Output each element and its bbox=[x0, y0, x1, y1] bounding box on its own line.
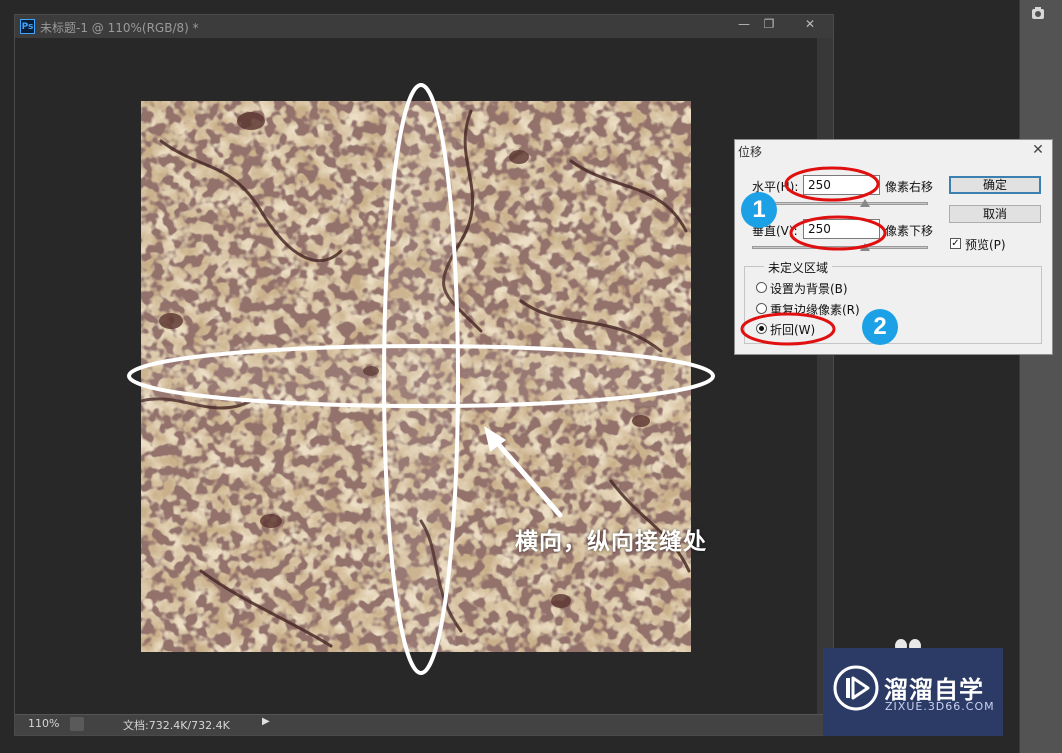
seam-caption: 横向，纵向接缝处 bbox=[515, 529, 707, 555]
status-menu-arrow-icon[interactable]: ▶ bbox=[262, 716, 270, 727]
step-badge-2: 2 bbox=[862, 309, 898, 345]
horizontal-slider-thumb[interactable] bbox=[860, 199, 870, 207]
vertical-slider-track[interactable] bbox=[752, 246, 928, 249]
watermark-url: ZIXUE.3D66.COM bbox=[885, 700, 995, 713]
cancel-button[interactable]: 取消 bbox=[949, 205, 1041, 223]
step-badge-1: 1 bbox=[741, 192, 777, 228]
watermark-play-logo-icon bbox=[833, 665, 879, 711]
radio-wrap-around[interactable] bbox=[756, 323, 767, 334]
panel-divider bbox=[1019, 0, 1020, 753]
radio-repeat-edge-pixels[interactable] bbox=[756, 303, 767, 314]
option-set-to-background: 设置为背景(B) bbox=[770, 282, 848, 296]
radio-set-to-background[interactable] bbox=[756, 282, 767, 293]
option-repeat-edge-pixels: 重复边缘像素(R) bbox=[770, 303, 860, 317]
preview-checkbox[interactable]: ✓ bbox=[950, 238, 961, 249]
zoom-level[interactable]: 110% bbox=[28, 717, 59, 730]
restore-button[interactable]: ❐ bbox=[755, 15, 783, 33]
option-wrap-around: 折回(W) bbox=[770, 323, 816, 337]
ok-button[interactable]: 确定 bbox=[949, 176, 1041, 194]
panel-tool-icon[interactable] bbox=[1030, 6, 1046, 22]
stone-texture-image bbox=[141, 101, 691, 652]
horizontal-slider-track[interactable] bbox=[752, 202, 928, 205]
preview-label: 预览(P) bbox=[965, 238, 1006, 252]
horizontal-unit: 像素右移 bbox=[885, 180, 934, 194]
dialog-close-icon[interactable]: ✕ bbox=[1030, 142, 1046, 158]
right-panel-strip bbox=[1020, 0, 1062, 753]
vertical-slider-thumb[interactable] bbox=[860, 243, 870, 251]
vertical-offset-input[interactable] bbox=[803, 219, 880, 239]
dialog-title: 位移 bbox=[738, 145, 763, 159]
status-info-icon[interactable] bbox=[70, 717, 84, 731]
photoshop-logo-icon: Ps bbox=[20, 19, 35, 34]
horizontal-offset-input[interactable] bbox=[803, 175, 880, 195]
close-window-button[interactable]: ✕ bbox=[790, 15, 830, 33]
minimize-button[interactable]: — bbox=[730, 15, 758, 33]
vertical-unit: 像素下移 bbox=[885, 224, 934, 238]
document-title: 未标题-1 @ 110%(RGB/8) * bbox=[40, 21, 199, 35]
document-size: 文档:732.4K/732.4K bbox=[123, 719, 230, 732]
undefined-area-title: 未定义区域 bbox=[764, 259, 833, 276]
